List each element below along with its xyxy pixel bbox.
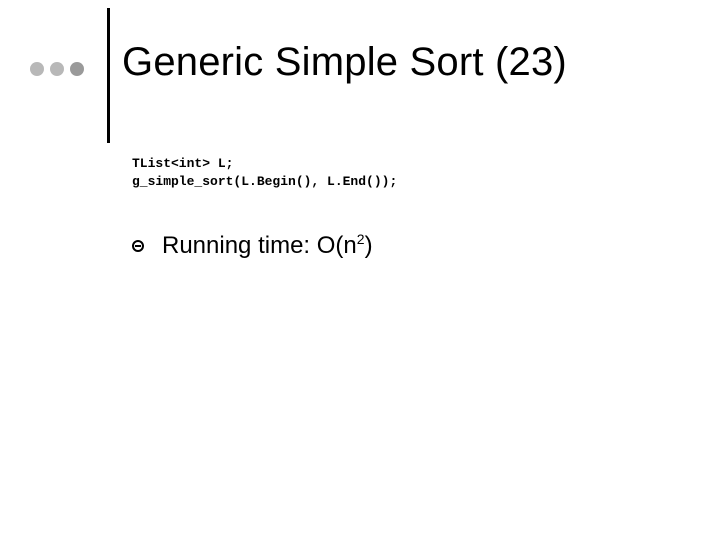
dot-icon: [30, 62, 44, 76]
dot-icon: [70, 62, 84, 76]
slide: Generic Simple Sort (23) TList<int> L; g…: [0, 0, 720, 540]
slide-title: Generic Simple Sort (23): [122, 40, 567, 85]
code-line: TList<int> L;: [132, 156, 233, 171]
bullet-text-exponent: 2: [357, 231, 365, 247]
bullet-text: Running time: O(n2): [162, 232, 373, 260]
bullet-text-prefix: Running time: O(n: [162, 232, 357, 259]
bullet-item: Running time: O(n2): [132, 232, 373, 260]
dot-icon: [50, 62, 64, 76]
bullet-text-suffix: ): [365, 232, 373, 259]
title-divider: [107, 8, 110, 143]
bullet-icon: [132, 240, 144, 252]
code-block: TList<int> L; g_simple_sort(L.Begin(), L…: [132, 155, 397, 190]
code-line: g_simple_sort(L.Begin(), L.End());: [132, 174, 397, 189]
decorative-dots: [30, 62, 84, 76]
